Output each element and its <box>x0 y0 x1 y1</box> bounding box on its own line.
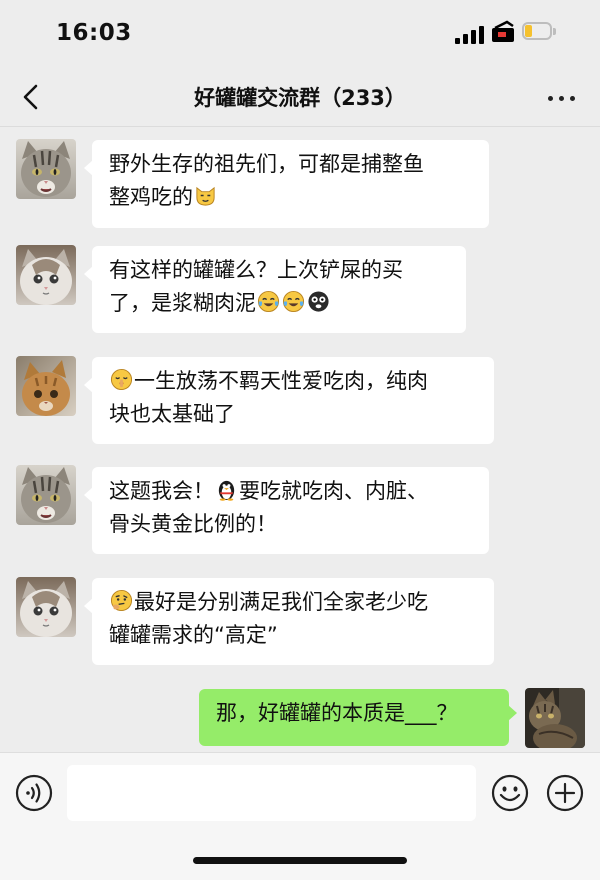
message-bubble[interactable]: 有这样的罐罐么？上次铲屎的买 了，是浆糊肉泥 <box>84 246 466 333</box>
avatar-orange-cat[interactable] <box>16 356 76 416</box>
message-bubble[interactable]: 这题我会！ 要吃就吃肉、内脏、 骨头黄金比例的！ <box>84 467 489 554</box>
voice-icon[interactable] <box>14 773 54 813</box>
message-text: 那，好罐罐的本质是___？ <box>216 701 458 725</box>
message-text: 骨头黄金比例的！ <box>109 512 277 536</box>
message-text: 了，是浆糊肉泥 <box>109 291 256 315</box>
shocked-face-emoji-icon <box>308 291 329 312</box>
message-bubble[interactable]: 野外生存的祖先们，可都是捕整鱼 整鸡吃的 <box>84 140 489 228</box>
message-text: 最好是分别满足我们全家老少吃 <box>134 590 428 614</box>
status-bar: 16:03 <box>0 0 600 70</box>
avatar-fluffy-cat[interactable] <box>16 577 76 637</box>
battery-icon <box>522 22 558 42</box>
tears-of-joy-emoji-icon <box>282 290 305 313</box>
penguin-emoji-icon <box>218 480 235 501</box>
home-indicator[interactable] <box>193 857 407 864</box>
shushing-face-emoji-icon <box>110 368 133 391</box>
message-text: 要吃就吃肉、内脏、 <box>239 479 428 503</box>
cat-face-emoji-icon <box>196 186 215 206</box>
avatar-own-cat-photo[interactable] <box>525 688 585 748</box>
message-text: 整鸡吃的 <box>109 185 193 209</box>
own-message-bubble[interactable]: 那，好罐罐的本质是___？ <box>199 689 517 746</box>
signal-icon <box>455 26 485 44</box>
message-bubble[interactable]: 最好是分别满足我们全家老少吃 罐罐需求的“高定” <box>84 578 494 665</box>
avatar-fluffy-cat[interactable] <box>16 245 76 305</box>
message-text: 罐罐需求的“高定” <box>109 623 278 647</box>
message-text: 一生放荡不羁天性爱吃肉，纯肉 <box>134 369 428 393</box>
message-text: 块也太基础了 <box>109 402 235 426</box>
screen-record-icon <box>492 20 514 42</box>
chat-title: 好罐罐交流群（233） <box>194 86 406 110</box>
more-dots-icon[interactable] <box>544 86 580 110</box>
message-text: 这题我会！ <box>109 479 214 503</box>
tears-of-joy-emoji-icon <box>257 290 280 313</box>
plus-icon[interactable] <box>545 773 585 813</box>
status-time: 16:03 <box>56 20 132 46</box>
message-text: 野外生存的祖先们，可都是捕整鱼 <box>109 152 424 176</box>
message-text: 有这样的罐罐么？上次铲屎的买 <box>109 258 403 282</box>
smiley-icon[interactable] <box>490 773 530 813</box>
avatar-tabby-cat[interactable] <box>16 465 76 525</box>
message-input[interactable] <box>67 765 476 821</box>
message-bubble[interactable]: 一生放荡不羁天性爱吃肉，纯肉 块也太基础了 <box>84 357 494 444</box>
chat-header: 好罐罐交流群（233） <box>0 70 600 127</box>
thinking-face-emoji-icon <box>110 589 133 612</box>
avatar-tabby-cat[interactable] <box>16 139 76 199</box>
